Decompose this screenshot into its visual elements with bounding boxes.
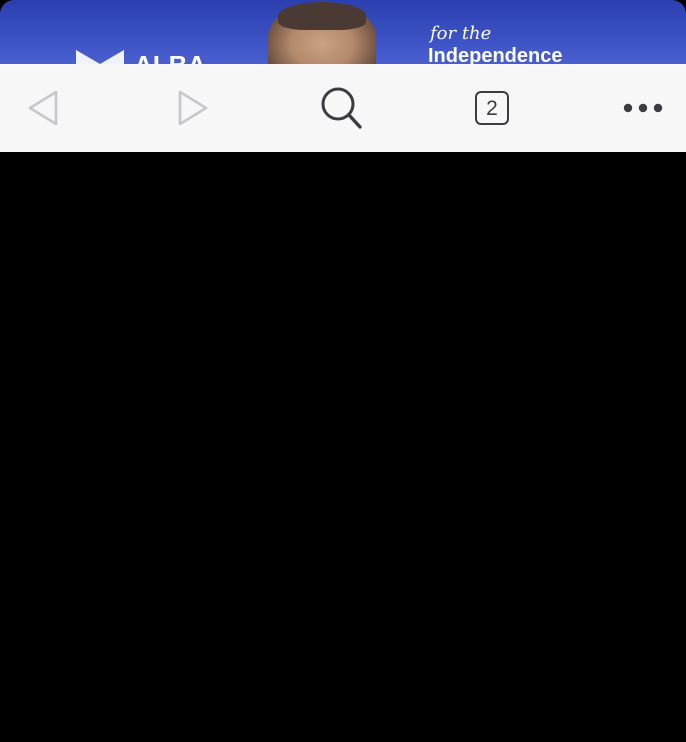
search-icon [321, 87, 362, 129]
browser-toolbar: 2 [0, 64, 686, 152]
page-banner: ALBA for the Independence [0, 0, 686, 64]
forward-button[interactable] [153, 64, 233, 152]
forward-arrow-icon [178, 90, 208, 126]
alba-logo: ALBA [76, 50, 206, 64]
banner-tagline-small: for the [430, 23, 492, 44]
tabs-button[interactable]: 2 [452, 64, 532, 152]
page-viewport[interactable] [0, 152, 686, 742]
banner-photo [268, 2, 376, 64]
browser-screen: ALBA for the Independence 2 [0, 0, 686, 742]
back-button[interactable] [3, 64, 83, 152]
search-button[interactable] [302, 64, 382, 152]
tab-count: 2 [486, 96, 498, 120]
logo-text: ALBA [134, 50, 206, 64]
more-dots-icon [623, 103, 663, 113]
back-arrow-icon [28, 90, 58, 126]
banner-tagline-big: Independence [428, 45, 563, 64]
tab-count-badge: 2 [475, 91, 509, 125]
more-button[interactable] [603, 64, 683, 152]
